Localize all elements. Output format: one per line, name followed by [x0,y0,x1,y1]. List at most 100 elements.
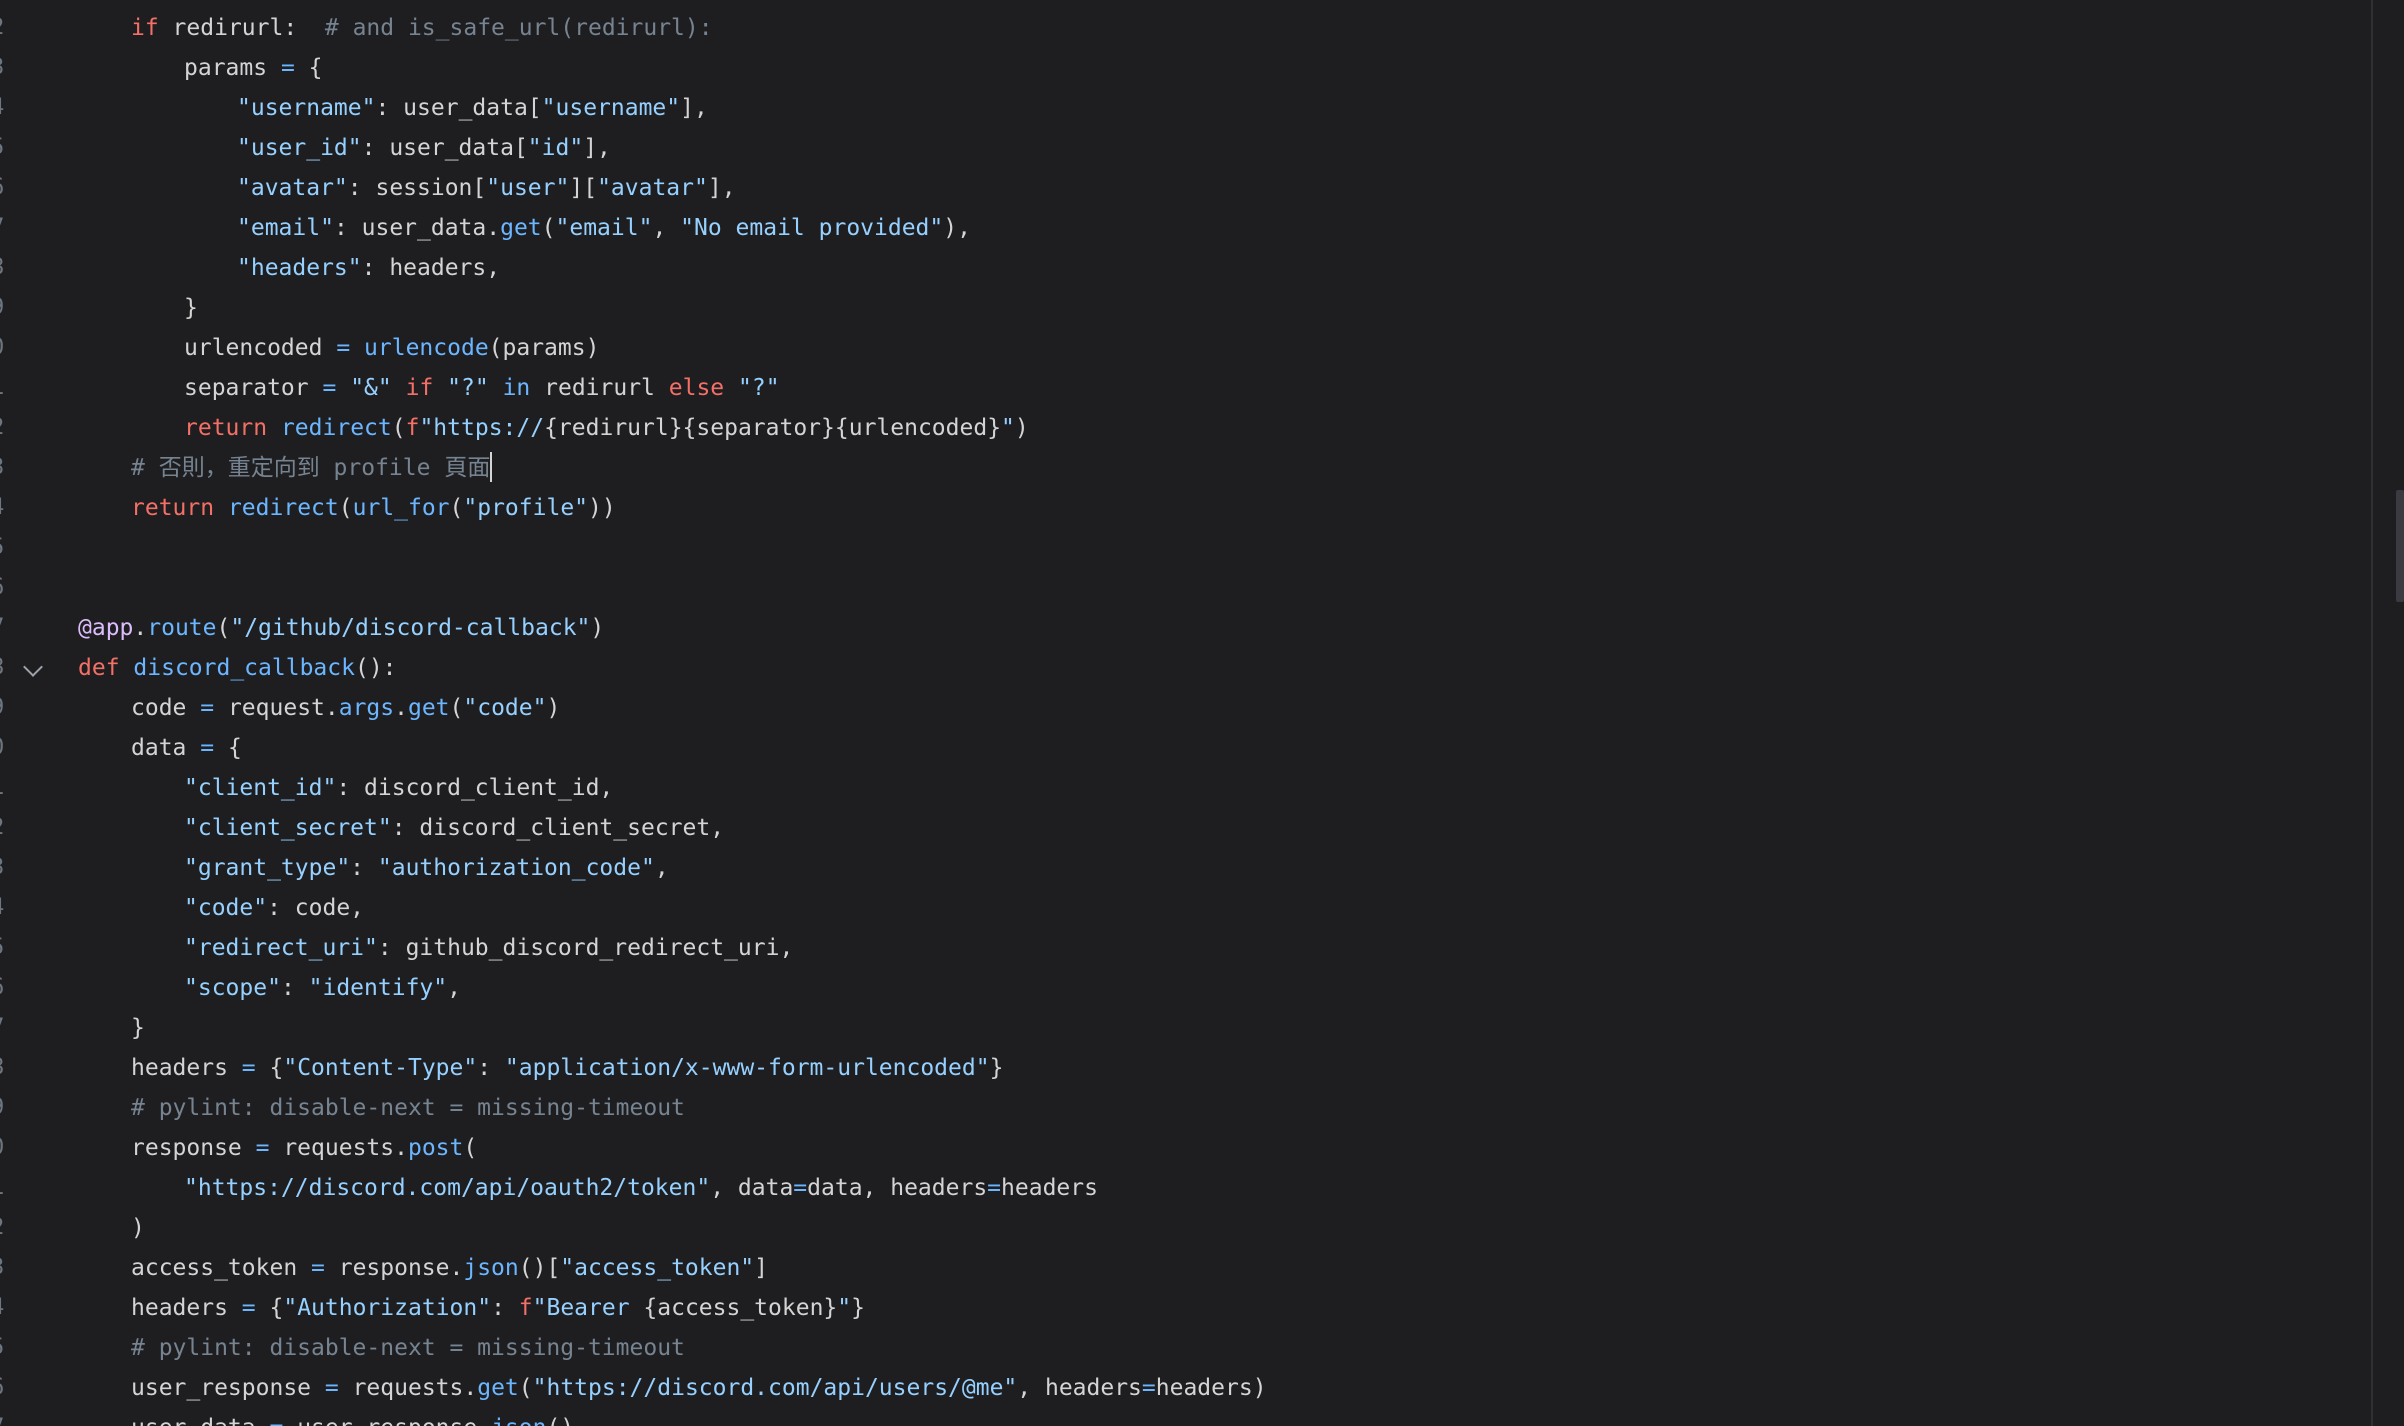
line-number: 6 [0,1368,11,1408]
code-line[interactable]: 7"email": user_data.get("email", "No ema… [0,208,2360,248]
code-token: : [280,975,309,1001]
code-line[interactable]: 2 return redirect(f"https://{redirurl}{se… [0,408,2360,448]
code-line[interactable]: 9 # pylint: disable-next = missing-timeou… [0,1088,2360,1128]
code-line[interactable]: 9 code = request.args.get("code") [0,688,2360,728]
line-number: 4 [0,88,11,128]
code-token: ()[ [518,1255,561,1281]
code-line[interactable]: 8 "headers": headers, [0,248,2360,288]
code-text: "client_id": discord_client_id, [184,768,613,808]
code-token: : discord_client_id, [336,775,614,801]
code-line[interactable]: 9} [0,288,2360,328]
code-token: { [255,1055,284,1081]
code-line[interactable]: 4 "code": code, [0,888,2360,928]
code-token: "access_token" [560,1255,755,1281]
code-text: data = { [131,728,242,768]
code-line[interactable]: 7} [0,1008,2360,1048]
code-token: (): [354,655,397,681]
code-token: = [241,1295,256,1321]
code-token: "id" [527,135,584,161]
vertical-scrollbar-thumb[interactable] [2396,490,2404,602]
code-token: , headers [1017,1375,1142,1401]
code-text: ) [131,1208,145,1248]
code-editor[interactable]: 2 if redirurl: # and is_safe_url(redirurl… [0,0,2404,1426]
code-line[interactable]: 4return redirect(url_for("profile")) [0,488,2360,528]
text-cursor [490,451,493,482]
code-token: post [407,1135,464,1161]
code-line[interactable]: 7 user_data = user_response.json() [0,1408,2360,1426]
code-token: "email" [555,215,653,241]
line-number: 3 [0,1248,11,1288]
code-text: "headers": headers, [237,248,500,288]
fold-chevron-down-icon[interactable] [23,657,43,677]
code-token: "avatar" [597,175,708,201]
code-line[interactable]: 3 # 否則，重定向到 profile 頁面 [0,448,2360,488]
code-line[interactable]: 5 "user_id": user_data["id"], [0,128,2360,168]
line-number: 9 [0,1088,11,1128]
code-token: , [652,215,681,241]
code-token: get [407,695,450,721]
code-line[interactable]: 1 "https://discord.com/api/oauth2/token",… [0,1168,2360,1208]
line-number: 2 [0,808,11,848]
code-line[interactable]: 0 response = requests.post( [0,1128,2360,1168]
code-line[interactable]: 5 # pylint: disable-next = missing-timeou… [0,1328,2360,1368]
code-token: ( [541,215,556,241]
code-token: } [989,1055,1004,1081]
code-line[interactable]: 4 "username": user_data["username"], [0,88,2360,128]
code-line[interactable]: 6"avatar": session["user"]["avatar"], [0,168,2360,208]
line-number: 0 [0,328,11,368]
code-token: if [131,15,159,41]
code-line[interactable]: 8 def discord_callback(): [0,648,2360,688]
code-token: "?" [447,375,489,401]
code-line[interactable]: 6 [0,568,2360,608]
code-token: "Authorization" [283,1295,492,1321]
code-line[interactable]: 1 "client_id": discord_client_id, [0,768,2360,808]
line-number: 5 [0,528,11,568]
code-line[interactable]: 7 @app.route("/github/discord-callback") [0,608,2360,648]
code-text: @app.route("/github/discord-callback") [78,608,604,648]
line-number: 1 [0,1168,11,1208]
code-token: "identify" [308,975,448,1001]
code-token: = [1141,1375,1156,1401]
code-token: "https://discord.com/api/oauth2/token" [184,1175,711,1201]
line-number: 3 [0,448,11,488]
code-text: # 否則，重定向到 profile 頁面 [131,448,493,488]
code-line[interactable]: 5 [0,528,2360,568]
code-line[interactable]: 0 urlencoded = urlencode(params) [0,328,2360,368]
code-token: user_data [131,1415,269,1426]
line-number: 2 [0,408,11,448]
line-number: 9 [0,288,11,328]
code-lines[interactable]: 2 if redirurl: # and is_safe_url(redirurl… [0,0,2370,1426]
code-token: "headers" [237,255,362,281]
code-token: ( [449,695,464,721]
code-text: "scope": "identify", [184,968,461,1008]
code-token: "/github/discord-callback" [230,615,591,641]
code-line[interactable]: 3 access_token = response.json()["access_… [0,1248,2360,1288]
code-token: "scope" [184,975,281,1001]
code-line[interactable]: 2 if redirurl: # and is_safe_url(redirurl… [0,8,2360,48]
code-line[interactable]: 3 "grant_type": "authorization_code", [0,848,2360,888]
code-token: : user_data. [333,215,501,241]
line-number: 7 [0,608,11,648]
code-line[interactable]: 3 params = { [0,48,2360,88]
line-number: 2 [0,1208,11,1248]
code-line[interactable]: 2 "client_secret": discord_client_secret, [0,808,2360,848]
code-token: ( [463,1135,478,1161]
code-line[interactable]: 5 "redirect_uri": github_discord_redirect… [0,928,2360,968]
line-number: 4 [0,888,11,928]
code-text: "username": user_data["username"], [237,88,708,128]
code-line[interactable]: 6 user_response = requests.get("https://d… [0,1368,2360,1408]
code-token: "code" [463,695,547,721]
code-line[interactable]: 8 headers = {"Content-Type": "application… [0,1048,2360,1088]
code-line[interactable]: 0 data = { [0,728,2360,768]
code-token: , [654,855,669,881]
line-number: 0 [0,1128,11,1168]
code-text: user_response = requests.get("https://di… [131,1368,1267,1408]
code-token: else [668,375,725,401]
code-token: ], [583,135,611,161]
line-number: 6 [0,568,11,608]
code-line[interactable]: 2) [0,1208,2360,1248]
code-line[interactable]: 1 separator = "&" if "?" in redirurl else… [0,368,2360,408]
code-line[interactable]: 6 "scope": "identify", [0,968,2360,1008]
code-line[interactable]: 4 headers = {"Authorization": f"Bearer {a… [0,1288,2360,1328]
